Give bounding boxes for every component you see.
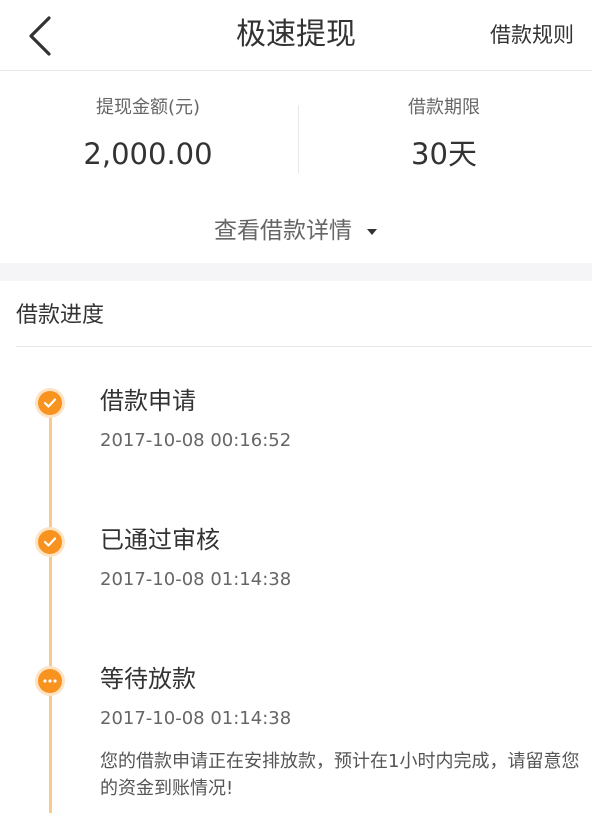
progress-divider: [16, 346, 592, 347]
step-time: 2017-10-08 00:16:52: [100, 430, 292, 451]
back-button[interactable]: [18, 14, 62, 58]
loan-rules-link[interactable]: 借款规则: [490, 20, 574, 50]
step-status-dot: [35, 527, 65, 557]
chevron-left-icon: [29, 16, 51, 56]
term-value: 30天: [411, 137, 477, 171]
progress-title: 借款进度: [16, 303, 105, 328]
amount-value: 2,000.00: [83, 137, 213, 171]
step-time: 2017-10-08 01:14:38: [100, 569, 292, 590]
nav-header: 极速提现 借款规则: [0, 0, 592, 71]
check-icon: [43, 537, 57, 547]
loan-summary: 提现金额(元) 2,000.00 借款期限 30天 查看借款详情: [0, 71, 592, 263]
section-gap: [0, 263, 592, 281]
term-block: 借款期限 30天: [296, 95, 592, 173]
step-description: 您的借款申请正在安排放款，预计在1小时内完成，请留意您的资金到账情况!: [100, 751, 580, 799]
amount-block: 提现金额(元) 2,000.00: [0, 95, 296, 173]
term-label: 借款期限: [408, 97, 480, 118]
ellipsis-icon: [43, 679, 57, 683]
view-loan-details-button[interactable]: 查看借款详情: [0, 215, 592, 248]
step-title: 已通过审核: [100, 526, 220, 554]
check-icon: [43, 398, 57, 408]
view-loan-details-label: 查看借款详情: [214, 218, 352, 244]
step-title: 借款申请: [100, 387, 196, 415]
step-status-dot: [35, 388, 65, 418]
caret-down-icon: [366, 213, 378, 245]
amount-label: 提现金额(元): [95, 97, 201, 118]
step-time: 2017-10-08 01:14:38: [100, 708, 292, 729]
step-status-dot: [35, 666, 65, 696]
loan-progress-section: 借款进度 借款申请 2017-10-08 00:16:52 已通过审核 2017…: [0, 281, 592, 813]
step-title: 等待放款: [100, 665, 196, 693]
timeline-line: [49, 403, 52, 813]
